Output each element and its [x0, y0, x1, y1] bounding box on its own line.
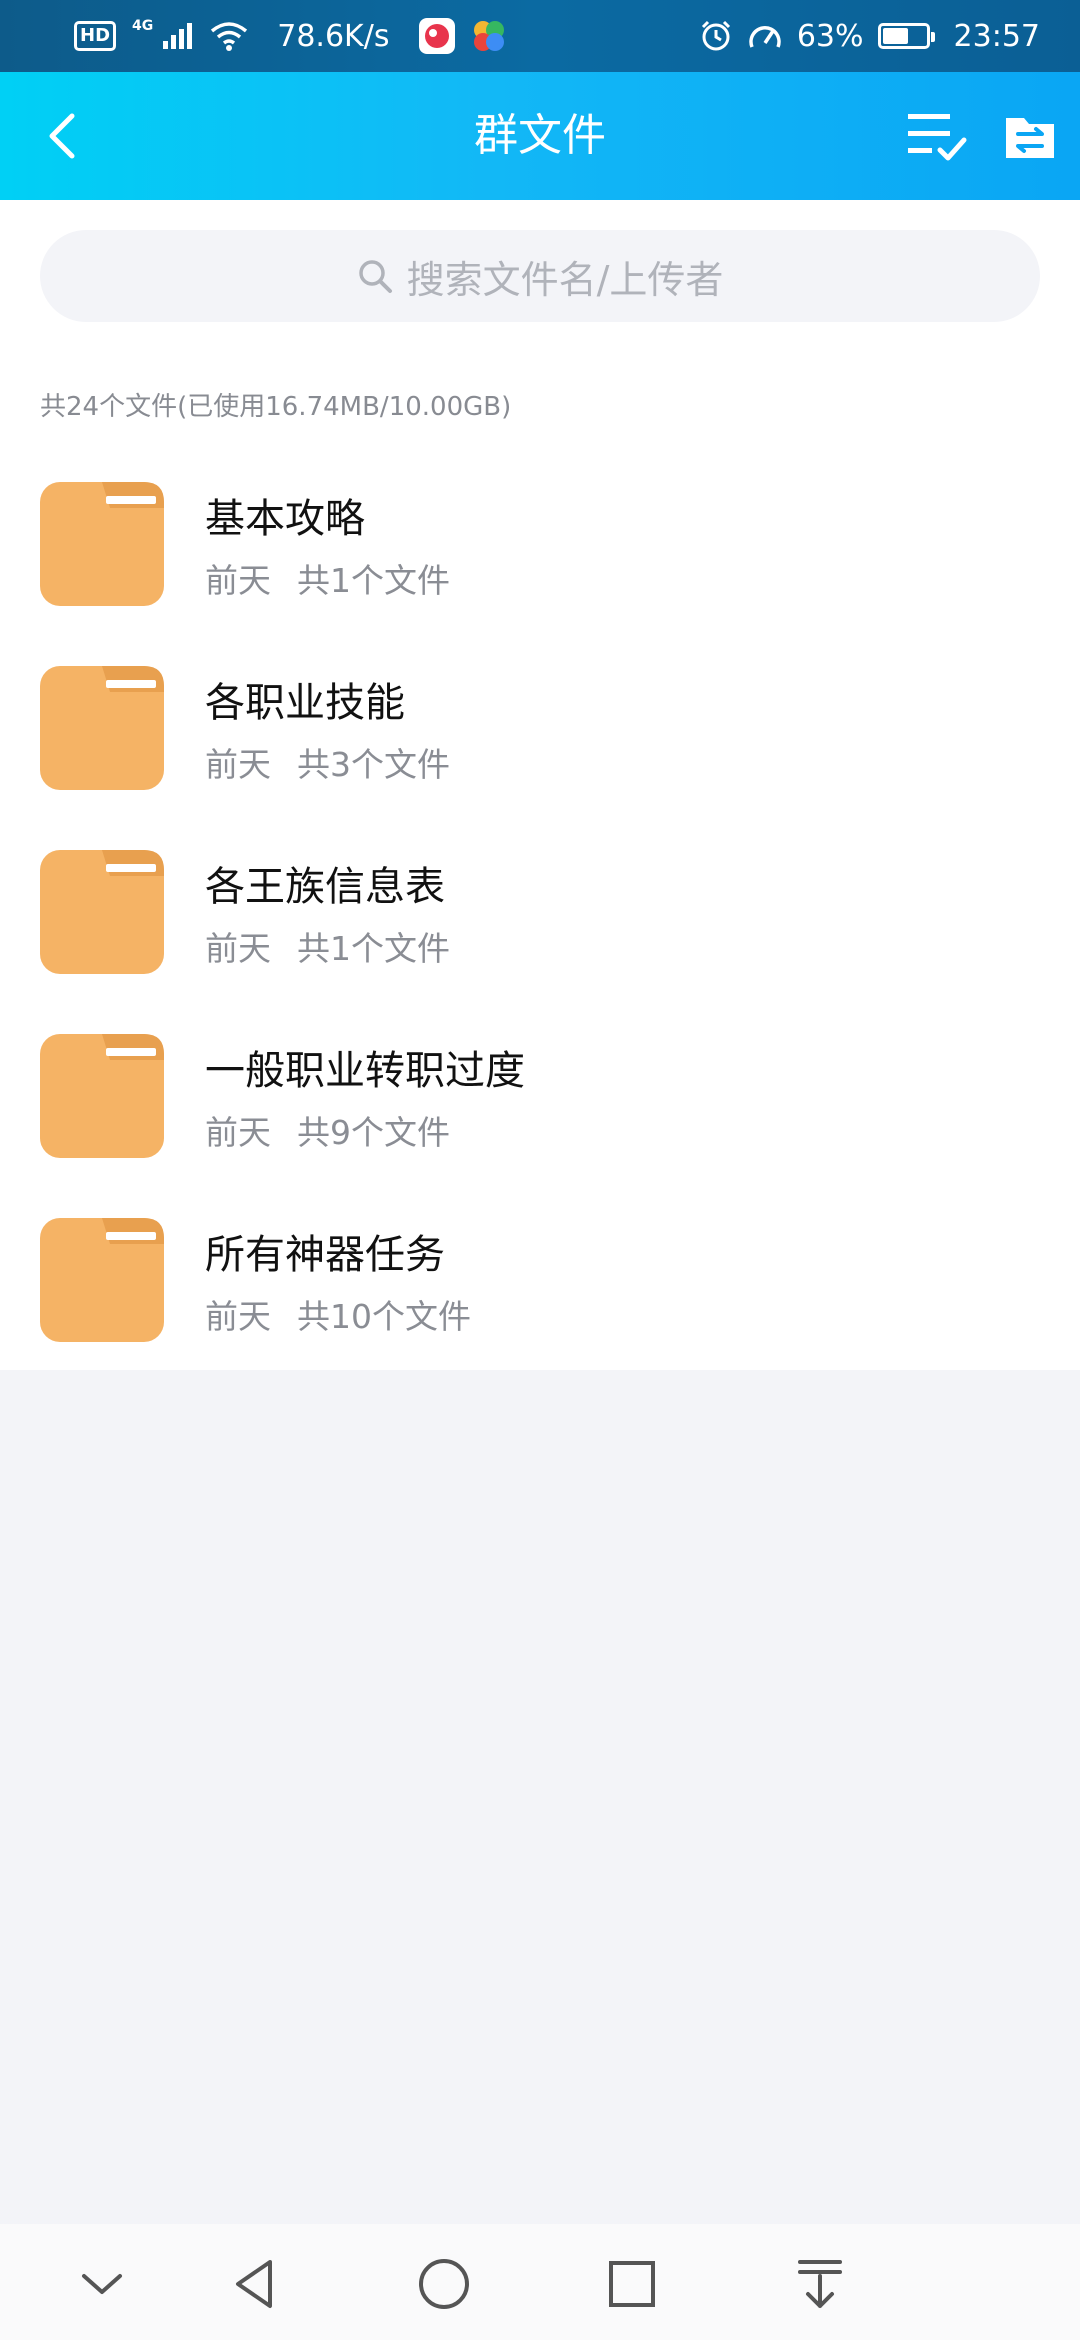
- back-nav-icon[interactable]: [226, 2254, 286, 2314]
- folder-icon: [40, 482, 164, 606]
- folder-date: 前天: [205, 1297, 271, 1336]
- chevron-down-icon[interactable]: [72, 2254, 132, 2314]
- system-nav-bar: [0, 2224, 1080, 2340]
- folder-item[interactable]: 所有神器任务 前天 共10个文件: [0, 1218, 1080, 1402]
- status-bar: HD 4G 78.6K/s 63% 23:57: [0, 0, 1080, 72]
- folder-name: 一般职业转职过度: [205, 1048, 525, 1094]
- folder-name: 各职业技能: [205, 680, 405, 726]
- folder-count: 共9个文件: [297, 1113, 450, 1152]
- battery-icon: [877, 23, 935, 49]
- notification-pull-icon[interactable]: [790, 2254, 850, 2314]
- folder-count: 共1个文件: [297, 929, 450, 968]
- folder-icon: [40, 850, 164, 974]
- folder-item[interactable]: 各王族信息表 前天 共1个文件: [0, 850, 1080, 1034]
- folder-meta: 前天 共10个文件: [205, 1290, 471, 1338]
- wifi-icon: [211, 22, 248, 51]
- network-type: 4G: [132, 18, 154, 34]
- folder-meta: 前天 共1个文件: [205, 554, 450, 602]
- file-transfer-icon[interactable]: [1004, 110, 1056, 162]
- recents-nav-icon[interactable]: [602, 2254, 662, 2314]
- folder-date: 前天: [205, 1113, 271, 1152]
- notification-app-icon: [419, 18, 456, 54]
- clock: 23:57: [953, 18, 1040, 54]
- top-app-bar: 群文件: [0, 72, 1080, 200]
- search-icon: [358, 260, 392, 293]
- folder-name: 基本攻略: [205, 496, 365, 542]
- folder-meta: 前天 共9个文件: [205, 1106, 450, 1154]
- hd-badge: HD: [74, 21, 117, 51]
- folder-name: 各王族信息表: [205, 864, 445, 910]
- folder-meta: 前天 共1个文件: [205, 922, 450, 970]
- speedometer-icon: [749, 26, 781, 48]
- folder-name: 所有神器任务: [205, 1232, 445, 1278]
- network-speed: 78.6K/s: [277, 18, 390, 54]
- folder-icon: [40, 1034, 164, 1158]
- folder-count: 共10个文件: [297, 1297, 471, 1336]
- folder-item[interactable]: 基本攻略 前天 共1个文件: [0, 482, 1080, 666]
- folder-count: 共3个文件: [297, 745, 450, 784]
- file-list-panel: 搜索文件名/上传者 共24个文件(已使用16.74MB/10.00GB) 基本攻…: [0, 200, 1080, 1370]
- search-input[interactable]: 搜索文件名/上传者: [40, 230, 1040, 322]
- notification-app-icon-2: [474, 21, 505, 51]
- folder-item[interactable]: 各职业技能 前天 共3个文件: [0, 666, 1080, 850]
- folder-meta: 前天 共3个文件: [205, 738, 450, 786]
- folder-item[interactable]: 一般职业转职过度 前天 共9个文件: [0, 1034, 1080, 1218]
- folder-icon: [40, 666, 164, 790]
- multi-select-icon[interactable]: [906, 106, 968, 164]
- folder-icon: [40, 1218, 164, 1342]
- folder-date: 前天: [205, 745, 271, 784]
- storage-summary: 共24个文件(已使用16.74MB/10.00GB): [40, 392, 512, 422]
- battery-percent: 63%: [796, 18, 864, 54]
- home-nav-icon[interactable]: [414, 2254, 474, 2314]
- alarm-icon: [701, 20, 730, 51]
- folder-date: 前天: [205, 929, 271, 968]
- search-placeholder: 搜索文件名/上传者: [406, 257, 724, 302]
- folder-count: 共1个文件: [297, 561, 450, 600]
- folder-date: 前天: [205, 561, 271, 600]
- signal-icon: [163, 23, 193, 49]
